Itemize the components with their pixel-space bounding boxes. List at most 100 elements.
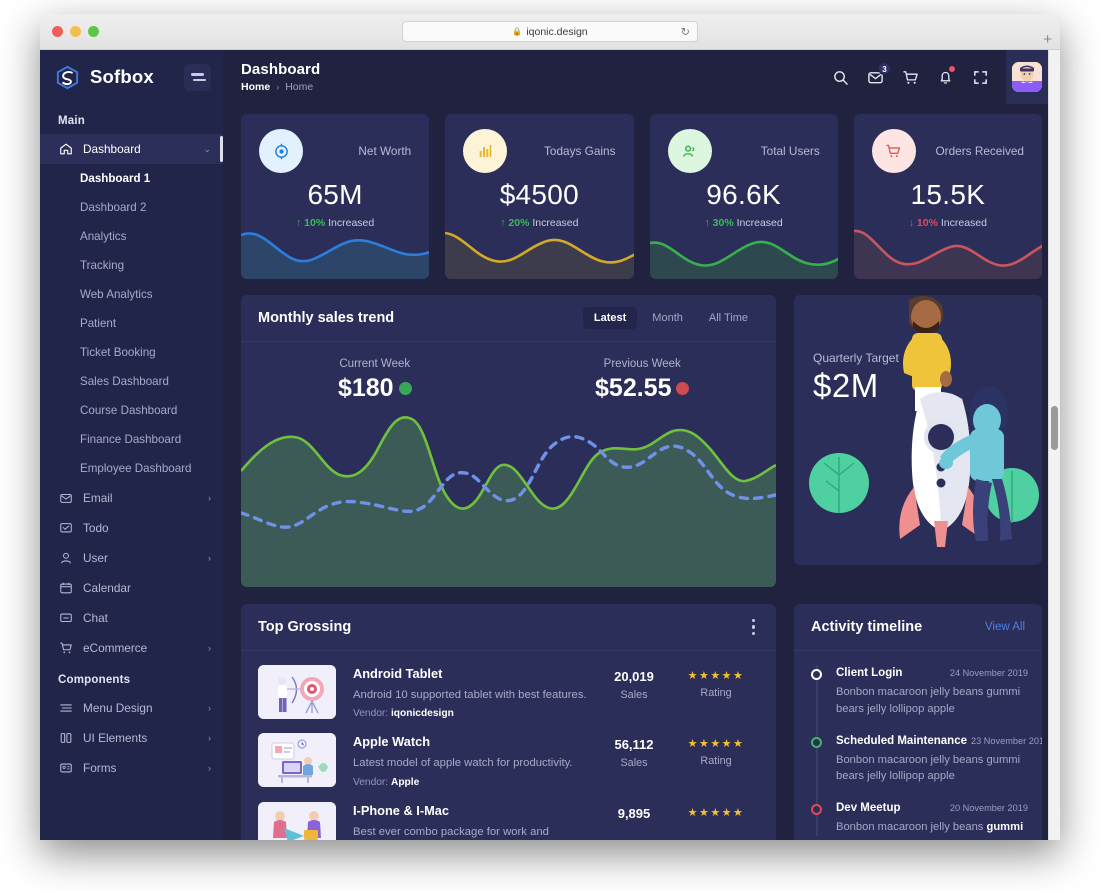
product-vendor: Vendor: Apple [353, 777, 587, 788]
sparkline-orders-received [853, 229, 1042, 279]
maximize-window-button[interactable] [88, 26, 99, 37]
desk-workspace-illustration [258, 733, 336, 788]
sidebar-item-todo[interactable]: Todo [40, 513, 223, 543]
search-icon[interactable] [831, 68, 849, 86]
address-bar[interactable]: 🔒 iqonic.design ↻ [402, 21, 698, 42]
list-item[interactable]: Scheduled Maintenance 23 November 2019 B… [808, 735, 1042, 786]
stat-card-orders-received[interactable]: Orders Received 15.5K ↓ 10% Increased [853, 114, 1042, 279]
fullscreen-icon[interactable] [971, 68, 989, 86]
new-tab-button[interactable]: + [1043, 32, 1052, 47]
reload-icon[interactable]: ↻ [681, 25, 690, 38]
sidebar-subitem-patient[interactable]: Patient [40, 309, 223, 338]
top-grossing-card: Top Grossing Android Tablet Android 10 s… [241, 604, 776, 840]
sales-value: 56,112 [614, 737, 654, 753]
window-controls[interactable] [52, 26, 99, 37]
table-row[interactable]: I-Phone & I-Mac Best ever combo package … [241, 788, 776, 840]
sidebar-subitem-tracking[interactable]: Tracking [40, 251, 223, 280]
sales-trend-chart [241, 416, 776, 587]
product-description: Latest model of apple watch for producti… [353, 757, 573, 770]
stat-card-header: Todays Gains [445, 114, 633, 173]
close-window-button[interactable] [52, 26, 63, 37]
sidebar-subitem-employee-dashboard[interactable]: Employee Dashboard [40, 454, 223, 483]
timeline-item-header: Client Login 24 November 2019 [836, 667, 1028, 679]
tab-month[interactable]: Month [641, 307, 694, 329]
sparkline-total-users [649, 240, 838, 279]
star-rating-icon: ★★★★★ [687, 670, 745, 682]
table-row[interactable]: Android Tablet Android 10 supported tabl… [241, 651, 776, 719]
stat-cards-row: Net Worth 65M ↑ 10% Increased Todays Gai… [241, 114, 1042, 279]
stat-card-net-worth[interactable]: Net Worth 65M ↑ 10% Increased [241, 114, 430, 279]
mail-icon [58, 491, 73, 506]
browser-scrollbar-track[interactable] [1048, 50, 1060, 840]
breadcrumb-home[interactable]: Home [241, 81, 270, 93]
breadcrumb-current: Home [285, 81, 314, 93]
sidebar-item-forms[interactable]: Forms › [40, 753, 223, 783]
table-row[interactable]: Apple Watch Latest model of apple watch … [241, 719, 776, 788]
list-item[interactable]: Dev Meetup 20 November 2019 Bonbon macar… [808, 802, 1028, 836]
sidebar-item-label: Calendar [83, 581, 131, 595]
sidebar-item-ecommerce[interactable]: eCommerce › [40, 633, 223, 663]
sidebar-subitem-ticket-booking[interactable]: Ticket Booking [40, 338, 223, 367]
sidebar-item-user[interactable]: User › [40, 543, 223, 573]
previous-week-value-row: $52.55 [509, 374, 777, 403]
browser-titlebar: 🔒 iqonic.design ↻ + [40, 14, 1060, 50]
sidebar-item-chat[interactable]: Chat [40, 603, 223, 633]
sidebar-toggle-icon[interactable] [184, 63, 211, 91]
sparkline-net-worth [241, 232, 430, 279]
browser-scrollbar-thumb[interactable] [1051, 406, 1058, 450]
timeline-item-title: Client Login [836, 667, 903, 679]
sidebar-item-menu-design[interactable]: Menu Design › [40, 693, 223, 723]
sidebar-subitem-sales-dashboard[interactable]: Sales Dashboard [40, 367, 223, 396]
sales-caption: Sales [620, 757, 648, 770]
timeline-bullet [811, 804, 822, 816]
quarterly-target-card: Quarterly Target $2M [794, 295, 1042, 565]
sidebar-subitem-web-analytics[interactable]: Web Analytics [40, 280, 223, 309]
rocket-team-illustration [809, 295, 1039, 547]
network-icon [259, 129, 303, 173]
main-area: Dashboard Home › Home 3 Net Worth 65M ↑ … [223, 50, 1060, 840]
product-vendor: Vendor: iqonicdesign [353, 708, 587, 719]
sales-card-title: Monthly sales trend [258, 310, 395, 326]
cart-icon [871, 129, 916, 173]
monthly-sales-trend-card: Monthly sales trend Latest Month All Tim… [241, 295, 776, 587]
star-rating-icon: ★★★★★ [687, 738, 745, 751]
tab-latest[interactable]: Latest [582, 307, 638, 329]
minimize-window-button[interactable] [70, 26, 81, 37]
kebab-menu-icon[interactable] [748, 615, 760, 640]
timeline-item-title: Dev Meetup [836, 802, 901, 815]
grossing-title: Top Grossing [258, 619, 352, 635]
sidebar-subitem-dashboard-2[interactable]: Dashboard 2 [40, 193, 223, 222]
sidebar-subitem-finance-dashboard[interactable]: Finance Dashboard [40, 425, 223, 454]
view-all-link[interactable]: View All [985, 621, 1025, 633]
mail-icon[interactable]: 3 [866, 62, 891, 86]
timeline-desc-prefix: Bonbon macaroon jelly beans [836, 821, 987, 834]
sidebar-item-ui-elements[interactable]: UI Elements › [40, 723, 223, 753]
product-name: Android Tablet [353, 666, 443, 681]
sidebar-item-dashboard[interactable]: Dashboard ⌄ [40, 134, 223, 164]
sidebar-item-label: eCommerce [83, 641, 148, 655]
ui-elements-icon [58, 731, 73, 746]
product-name: Apple Watch [353, 734, 431, 750]
timeline-item-date: 23 November 2019 [971, 735, 1042, 746]
sidebar-item-calendar[interactable]: Calendar [40, 573, 223, 603]
sidebar-item-label: Email [83, 491, 113, 505]
sidebar-item-label: Menu Design [83, 701, 153, 715]
sidebar-subitem-dashboard-1[interactable]: Dashboard 1 [40, 164, 223, 193]
bell-icon[interactable] [936, 66, 955, 86]
avatar[interactable] [1006, 50, 1048, 104]
sidebar-subitem-analytics[interactable]: Analytics [40, 222, 223, 251]
cart-icon[interactable] [901, 68, 919, 86]
tab-all-time[interactable]: All Time [698, 307, 759, 329]
timeline-bullet [811, 736, 822, 748]
previous-week-label: Previous Week [603, 358, 681, 370]
sidebar-subitem-course-dashboard[interactable]: Course Dashboard [40, 396, 223, 425]
current-week-label: Current Week [339, 358, 411, 370]
chevron-right-icon: › [208, 643, 211, 653]
stat-card-total-users[interactable]: Total Users 96.6K ↑ 30% Increased [649, 114, 838, 279]
timeline-title: Activity timeline [811, 619, 923, 635]
sidebar-item-email[interactable]: Email › [40, 483, 223, 513]
timeline-list: Client Login 24 November 2019 Bonbon mac… [794, 651, 1042, 836]
stat-card-todays-gains[interactable]: Todays Gains $4500 ↑ 20% Increased [445, 114, 634, 279]
list-item[interactable]: Client Login 24 November 2019 Bonbon mac… [808, 667, 1028, 718]
rating-caption: Rating [700, 755, 732, 768]
